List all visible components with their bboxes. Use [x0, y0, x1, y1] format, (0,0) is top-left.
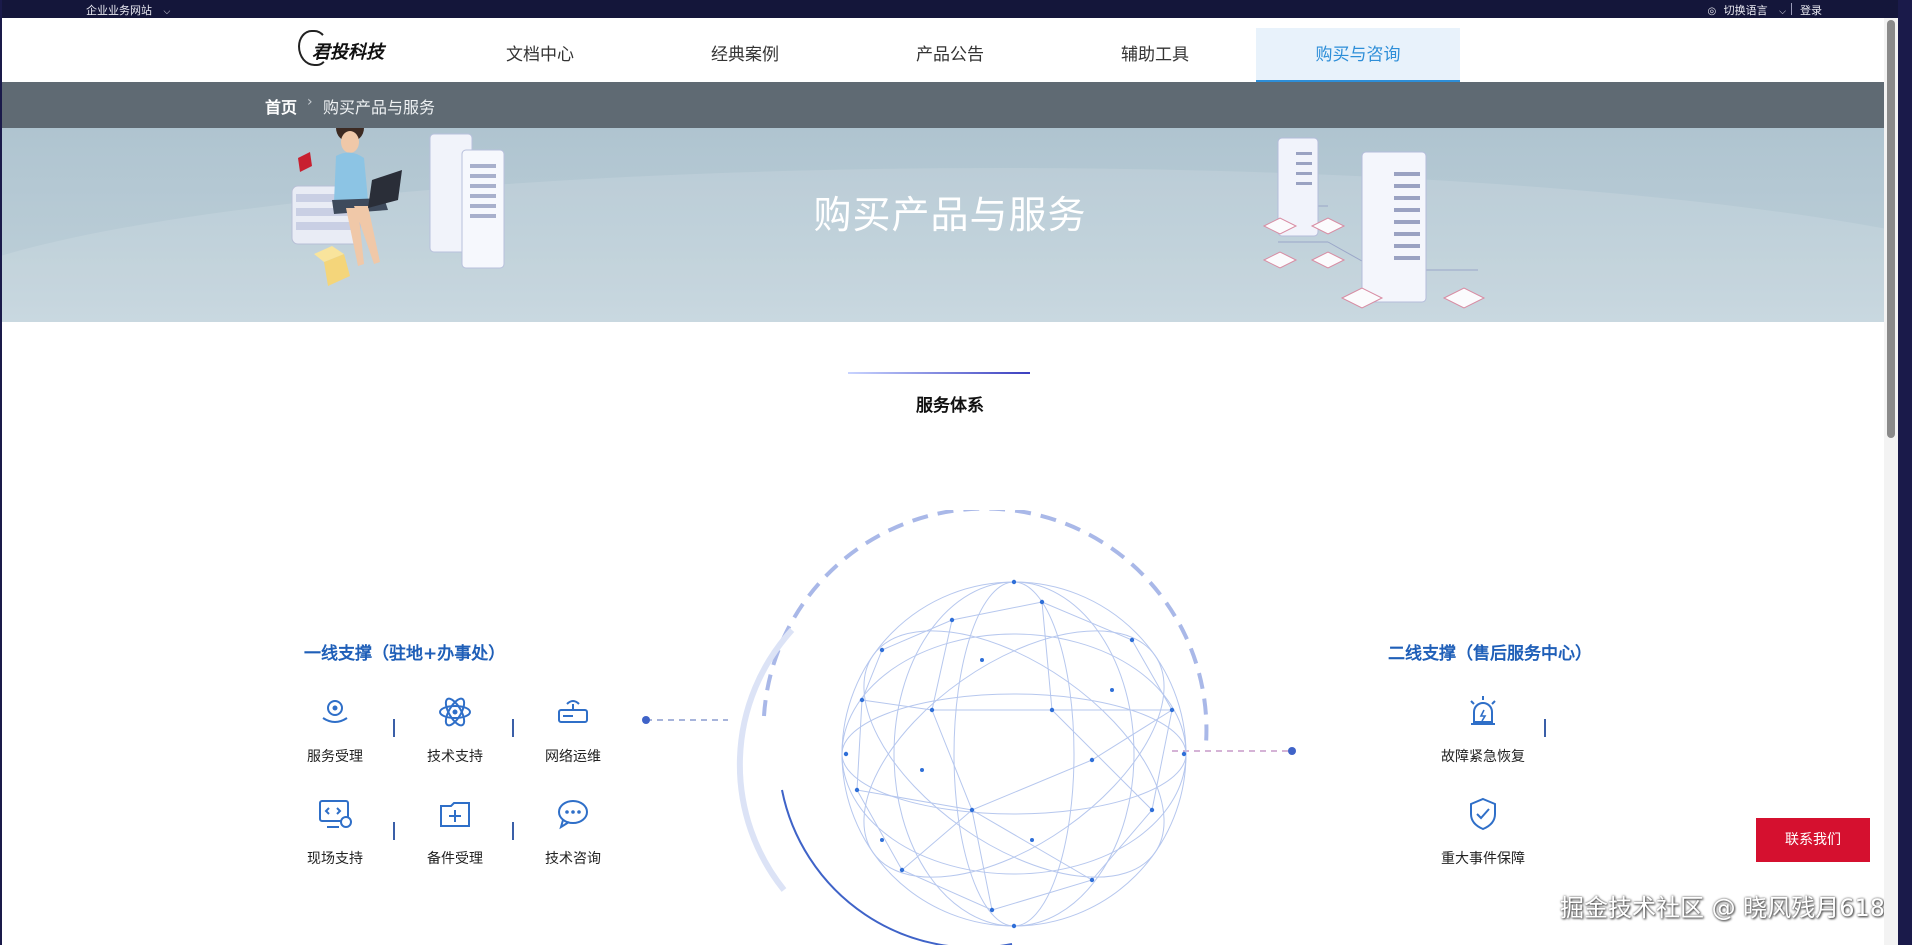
breadcrumb: 首页 › 购买产品与服务	[2, 82, 1898, 128]
chat-icon	[558, 800, 588, 830]
nav-item-tools[interactable]: 辅助工具	[1053, 28, 1257, 82]
main-nav: 君投科技 文档中心 经典案例 产品公告 辅助工具 购买与咨询	[2, 18, 1898, 82]
divider	[1544, 719, 1546, 737]
nav-item-announcements[interactable]: 产品公告	[848, 28, 1052, 82]
section-title-underline	[848, 372, 1030, 374]
gear-hand-icon	[322, 700, 348, 723]
top-utility-bar: 企业业务网站 ⌵ ◎ 切换语言 ⌵ 登录	[2, 0, 1898, 18]
service-item-network-ops[interactable]: 网络运维	[528, 692, 618, 766]
hero-banner: 购买产品与服务	[2, 128, 1898, 322]
service-item-onsite[interactable]: 现场支持	[290, 794, 380, 868]
monitor-code-icon	[319, 800, 352, 828]
router-icon	[558, 700, 588, 723]
page: 企业业务网站 ⌵ ◎ 切换语言 ⌵ 登录 君投科技 文档中心 经典案例 产品公告…	[2, 0, 1898, 945]
chevron-right-icon: ›	[307, 94, 313, 110]
logo-text: 君投科技	[312, 42, 384, 63]
service-item-label: 服务受理	[307, 749, 363, 765]
first-line-support-title: 一线支撑（驻地+办事处）	[304, 644, 506, 664]
enterprise-site-link[interactable]: 企业业务网站 ⌵	[86, 2, 170, 18]
chevron-down-icon: ⌵	[163, 7, 171, 17]
divider	[393, 822, 395, 840]
service-item-label: 备件受理	[427, 851, 483, 867]
service-item-acceptance[interactable]: 服务受理	[290, 692, 380, 766]
watermark: 掘金技术社区 @ 晓风残月618	[1560, 894, 1886, 922]
breadcrumb-current: 购买产品与服务	[323, 98, 436, 117]
logo[interactable]: 君投科技	[298, 28, 388, 72]
banner-title: 购买产品与服务	[813, 193, 1087, 237]
service-item-major-event[interactable]: 重大事件保障	[1425, 794, 1541, 868]
contact-us-button[interactable]: 联系我们	[1756, 818, 1870, 862]
service-item-consulting[interactable]: 技术咨询	[528, 794, 618, 868]
service-item-tech-support[interactable]: 技术支持	[410, 692, 500, 766]
language-switcher[interactable]: ◎ 切换语言 ⌵	[1707, 2, 1786, 18]
enterprise-site-label: 企业业务网站	[86, 4, 152, 17]
globe-graphic	[642, 510, 1296, 945]
atom-icon	[439, 697, 471, 727]
nav-item-cases[interactable]: 经典案例	[643, 28, 847, 82]
divider	[393, 719, 395, 737]
service-item-label: 现场支持	[307, 851, 363, 867]
service-item-spare-parts[interactable]: 备件受理	[410, 794, 500, 868]
second-line-support-title: 二线支撑（售后服务中心）	[1388, 644, 1592, 664]
service-item-label: 故障紧急恢复	[1441, 749, 1525, 765]
vertical-scrollbar[interactable]	[1884, 18, 1898, 945]
service-item-label: 技术咨询	[545, 851, 601, 867]
divider	[1791, 3, 1792, 15]
service-item-label: 网络运维	[545, 749, 601, 765]
divider	[512, 822, 514, 840]
nav-item-purchase[interactable]: 购买与咨询	[1256, 28, 1460, 82]
breadcrumb-home[interactable]: 首页	[265, 94, 297, 118]
chevron-down-icon: ⌵	[1779, 7, 1786, 17]
service-item-label: 重大事件保障	[1441, 851, 1525, 867]
globe-icon: ◎	[1707, 6, 1717, 17]
scrollbar-thumb[interactable]	[1887, 20, 1895, 438]
login-link[interactable]: 登录	[1800, 2, 1822, 18]
folder-plus-icon	[440, 802, 470, 827]
section-title: 服务体系	[916, 396, 984, 416]
shield-check-icon	[1470, 797, 1496, 831]
divider	[512, 719, 514, 737]
language-label: 切换语言	[1723, 4, 1768, 17]
alarm-icon	[1470, 696, 1496, 725]
servers-illustration	[1262, 137, 1486, 309]
service-item-fault-recovery[interactable]: 故障紧急恢复	[1425, 692, 1541, 766]
service-item-label: 技术支持	[427, 749, 483, 765]
nav-item-docs[interactable]: 文档中心	[438, 28, 642, 82]
